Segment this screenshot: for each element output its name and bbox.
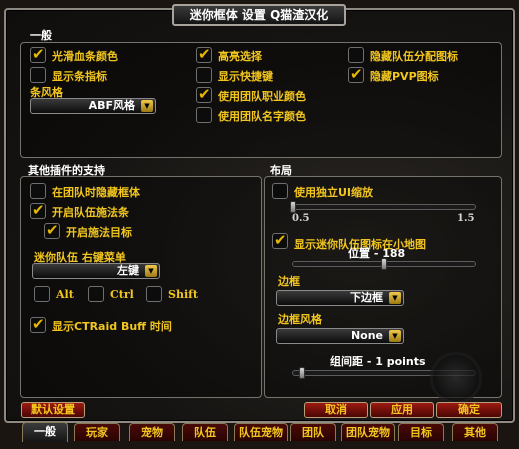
position-slider[interactable] bbox=[292, 258, 476, 270]
apply-button[interactable]: 应用 bbox=[370, 402, 434, 418]
border-label: 边框 bbox=[278, 275, 300, 288]
highlight-selection-label: 高亮选择 bbox=[218, 50, 262, 63]
smooth-bar-color-label: 光滑血条颜色 bbox=[52, 50, 118, 63]
show-hotkeys-checkbox[interactable] bbox=[196, 67, 212, 83]
border-value: 下边框 bbox=[350, 291, 383, 304]
mouse-button-dropdown[interactable]: 左键 ▼ bbox=[32, 263, 160, 279]
ok-button[interactable]: 确定 bbox=[436, 402, 502, 418]
tab-pet[interactable]: 宠物 bbox=[129, 423, 175, 441]
smooth-bar-color-checkbox[interactable] bbox=[30, 45, 46, 63]
independent-scale-label: 使用独立UI缩放 bbox=[294, 186, 374, 199]
tab-raid-pet[interactable]: 团队宠物 bbox=[341, 423, 395, 441]
tab-other[interactable]: 其他 bbox=[452, 423, 498, 441]
scale-slider-thumb[interactable] bbox=[290, 201, 296, 213]
raid-name-color-label: 使用团队名字颜色 bbox=[218, 110, 306, 123]
shift-modifier-checkbox[interactable] bbox=[146, 286, 162, 302]
show-bar-indicator-label: 显示条指标 bbox=[52, 70, 107, 83]
cancel-button[interactable]: 取消 bbox=[304, 402, 368, 418]
border-dropdown[interactable]: 下边框 ▼ bbox=[276, 290, 404, 306]
cast-target-checkbox[interactable] bbox=[44, 221, 60, 239]
tab-raid[interactable]: 团队 bbox=[290, 423, 336, 441]
defaults-button[interactable]: 默认设置 bbox=[21, 402, 85, 418]
tab-party-pet[interactable]: 队伍宠物 bbox=[234, 423, 288, 441]
alt-modifier-checkbox[interactable] bbox=[34, 286, 50, 302]
ctrl-modifier-checkbox[interactable] bbox=[88, 286, 104, 302]
ctrl-modifier-label: Ctrl bbox=[110, 288, 134, 301]
hide-in-raid-label: 在团队时隐藏框体 bbox=[52, 186, 140, 199]
independent-scale-checkbox[interactable] bbox=[272, 183, 288, 199]
addon-logo-icon bbox=[430, 352, 482, 404]
raid-name-color-checkbox[interactable] bbox=[196, 107, 212, 123]
hide-loot-icon-label: 隐藏队伍分配图标 bbox=[370, 50, 458, 63]
chevron-down-icon: ▼ bbox=[145, 265, 157, 277]
group-spacing-label: 组间距 - 1 points bbox=[330, 355, 426, 368]
show-hotkeys-label: 显示快捷键 bbox=[218, 70, 273, 83]
position-slider-thumb[interactable] bbox=[381, 258, 387, 270]
border-style-label: 边框风格 bbox=[278, 313, 322, 326]
chevron-down-icon: ▼ bbox=[389, 292, 401, 304]
window-title: 迷你框体 设置 Q猫渣汉化 bbox=[172, 4, 346, 26]
bar-style-dropdown[interactable]: ABF风格 ▼ bbox=[30, 98, 156, 114]
position-label: 位置 - 188 bbox=[348, 247, 406, 260]
scale-slider[interactable] bbox=[290, 201, 476, 213]
raid-class-color-label: 使用团队职业颜色 bbox=[218, 90, 306, 103]
hide-pvp-icon-checkbox[interactable] bbox=[348, 65, 364, 83]
tab-target[interactable]: 目标 bbox=[398, 423, 444, 441]
tab-player[interactable]: 玩家 bbox=[74, 423, 120, 441]
mouse-button-value: 左键 bbox=[117, 264, 139, 277]
tab-party[interactable]: 队伍 bbox=[182, 423, 228, 441]
general-section-title: 一般 bbox=[30, 29, 52, 42]
party-castbar-checkbox[interactable] bbox=[30, 201, 46, 219]
show-bar-indicator-checkbox[interactable] bbox=[30, 67, 46, 83]
chevron-down-icon: ▼ bbox=[389, 330, 401, 342]
party-castbar-label: 开启队伍施法条 bbox=[52, 206, 129, 219]
bar-style-value: ABF风格 bbox=[88, 99, 135, 112]
hide-pvp-icon-label: 隐藏PVP图标 bbox=[370, 70, 439, 83]
tab-general[interactable]: 一般 bbox=[22, 422, 68, 442]
scale-min-label: 0.5 bbox=[292, 213, 310, 224]
border-style-value: None bbox=[350, 329, 383, 342]
hide-in-raid-checkbox[interactable] bbox=[30, 183, 46, 199]
scale-max-label: 1.5 bbox=[457, 213, 475, 224]
border-style-dropdown[interactable]: None ▼ bbox=[276, 328, 404, 344]
ctraid-buff-label: 显示CTRaid Buff 时间 bbox=[52, 320, 172, 333]
cast-target-label: 开启施法目标 bbox=[66, 226, 132, 239]
alt-modifier-label: Alt bbox=[56, 288, 74, 301]
raid-class-color-checkbox[interactable] bbox=[196, 85, 212, 103]
highlight-selection-checkbox[interactable] bbox=[196, 45, 212, 63]
hide-loot-icon-checkbox[interactable] bbox=[348, 47, 364, 63]
group-spacing-slider-thumb[interactable] bbox=[299, 367, 306, 379]
ctraid-buff-checkbox[interactable] bbox=[30, 315, 46, 333]
chevron-down-icon: ▼ bbox=[141, 100, 153, 112]
shift-modifier-label: Shift bbox=[168, 288, 198, 301]
minimap-icon-checkbox[interactable] bbox=[272, 231, 288, 249]
